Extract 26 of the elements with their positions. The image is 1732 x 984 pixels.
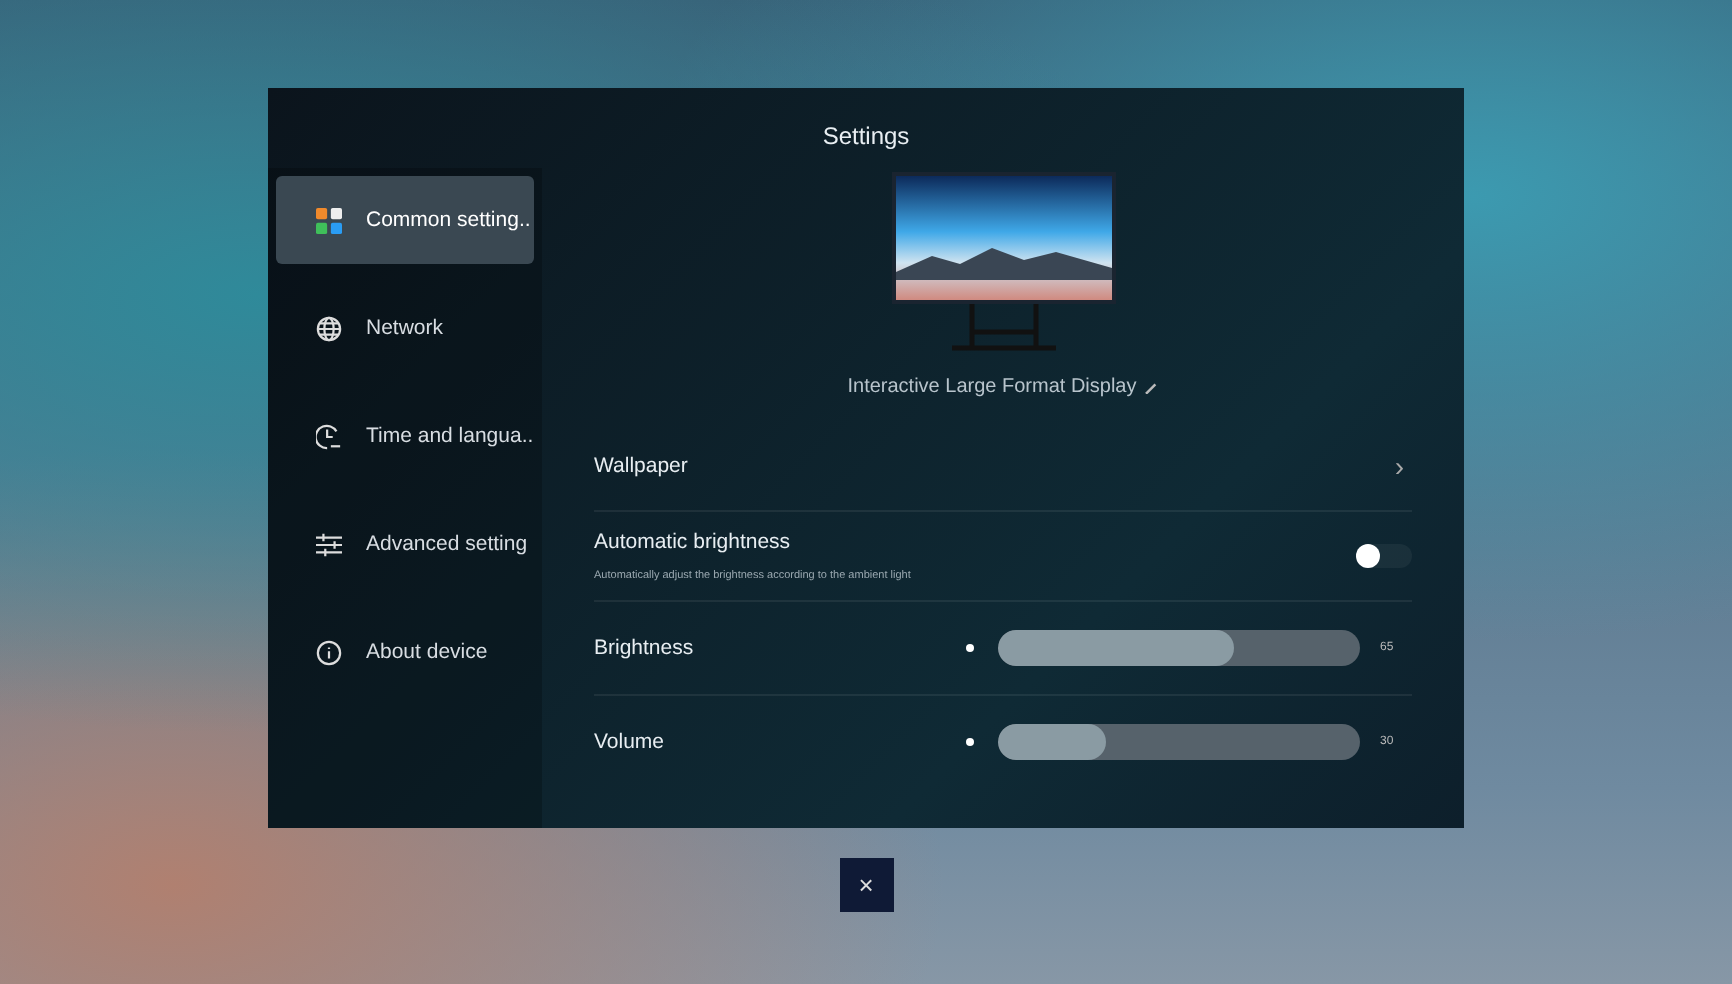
setting-label: Brightness (594, 636, 696, 660)
globe-icon (316, 315, 342, 341)
sidebar-item[interactable]: About device (276, 608, 534, 696)
setting-label[interactable]: Wallpaper (594, 454, 688, 478)
info-icon (316, 639, 342, 665)
sidebar-item[interactable]: Time and langua.. (276, 392, 534, 480)
dot-icon (966, 644, 974, 652)
setting-label: Automatic brightness (594, 530, 793, 554)
slider-fill[interactable] (998, 724, 1107, 760)
slider-track[interactable] (998, 724, 1360, 760)
grid-icon (316, 207, 342, 233)
device-name: Interactive Large Format Display (847, 376, 1137, 398)
slider-track[interactable] (998, 630, 1360, 666)
dot-icon (966, 738, 974, 746)
setting-label: Volume (594, 730, 667, 754)
close-button[interactable]: × (839, 858, 893, 912)
slider-fill[interactable] (998, 630, 1234, 666)
sidebar-item[interactable]: Common setting.. (276, 176, 534, 264)
sliders-icon (316, 531, 342, 557)
chevron-icon[interactable]: › (1394, 450, 1412, 482)
clock-icon (316, 423, 342, 449)
pencil-icon[interactable] (1144, 380, 1159, 394)
sidebar-item[interactable]: Advanced setting (276, 500, 534, 588)
window-title: Settings (820, 120, 912, 154)
toggle-switch[interactable] (1356, 544, 1412, 568)
sidebar-item[interactable]: Network (276, 284, 534, 372)
